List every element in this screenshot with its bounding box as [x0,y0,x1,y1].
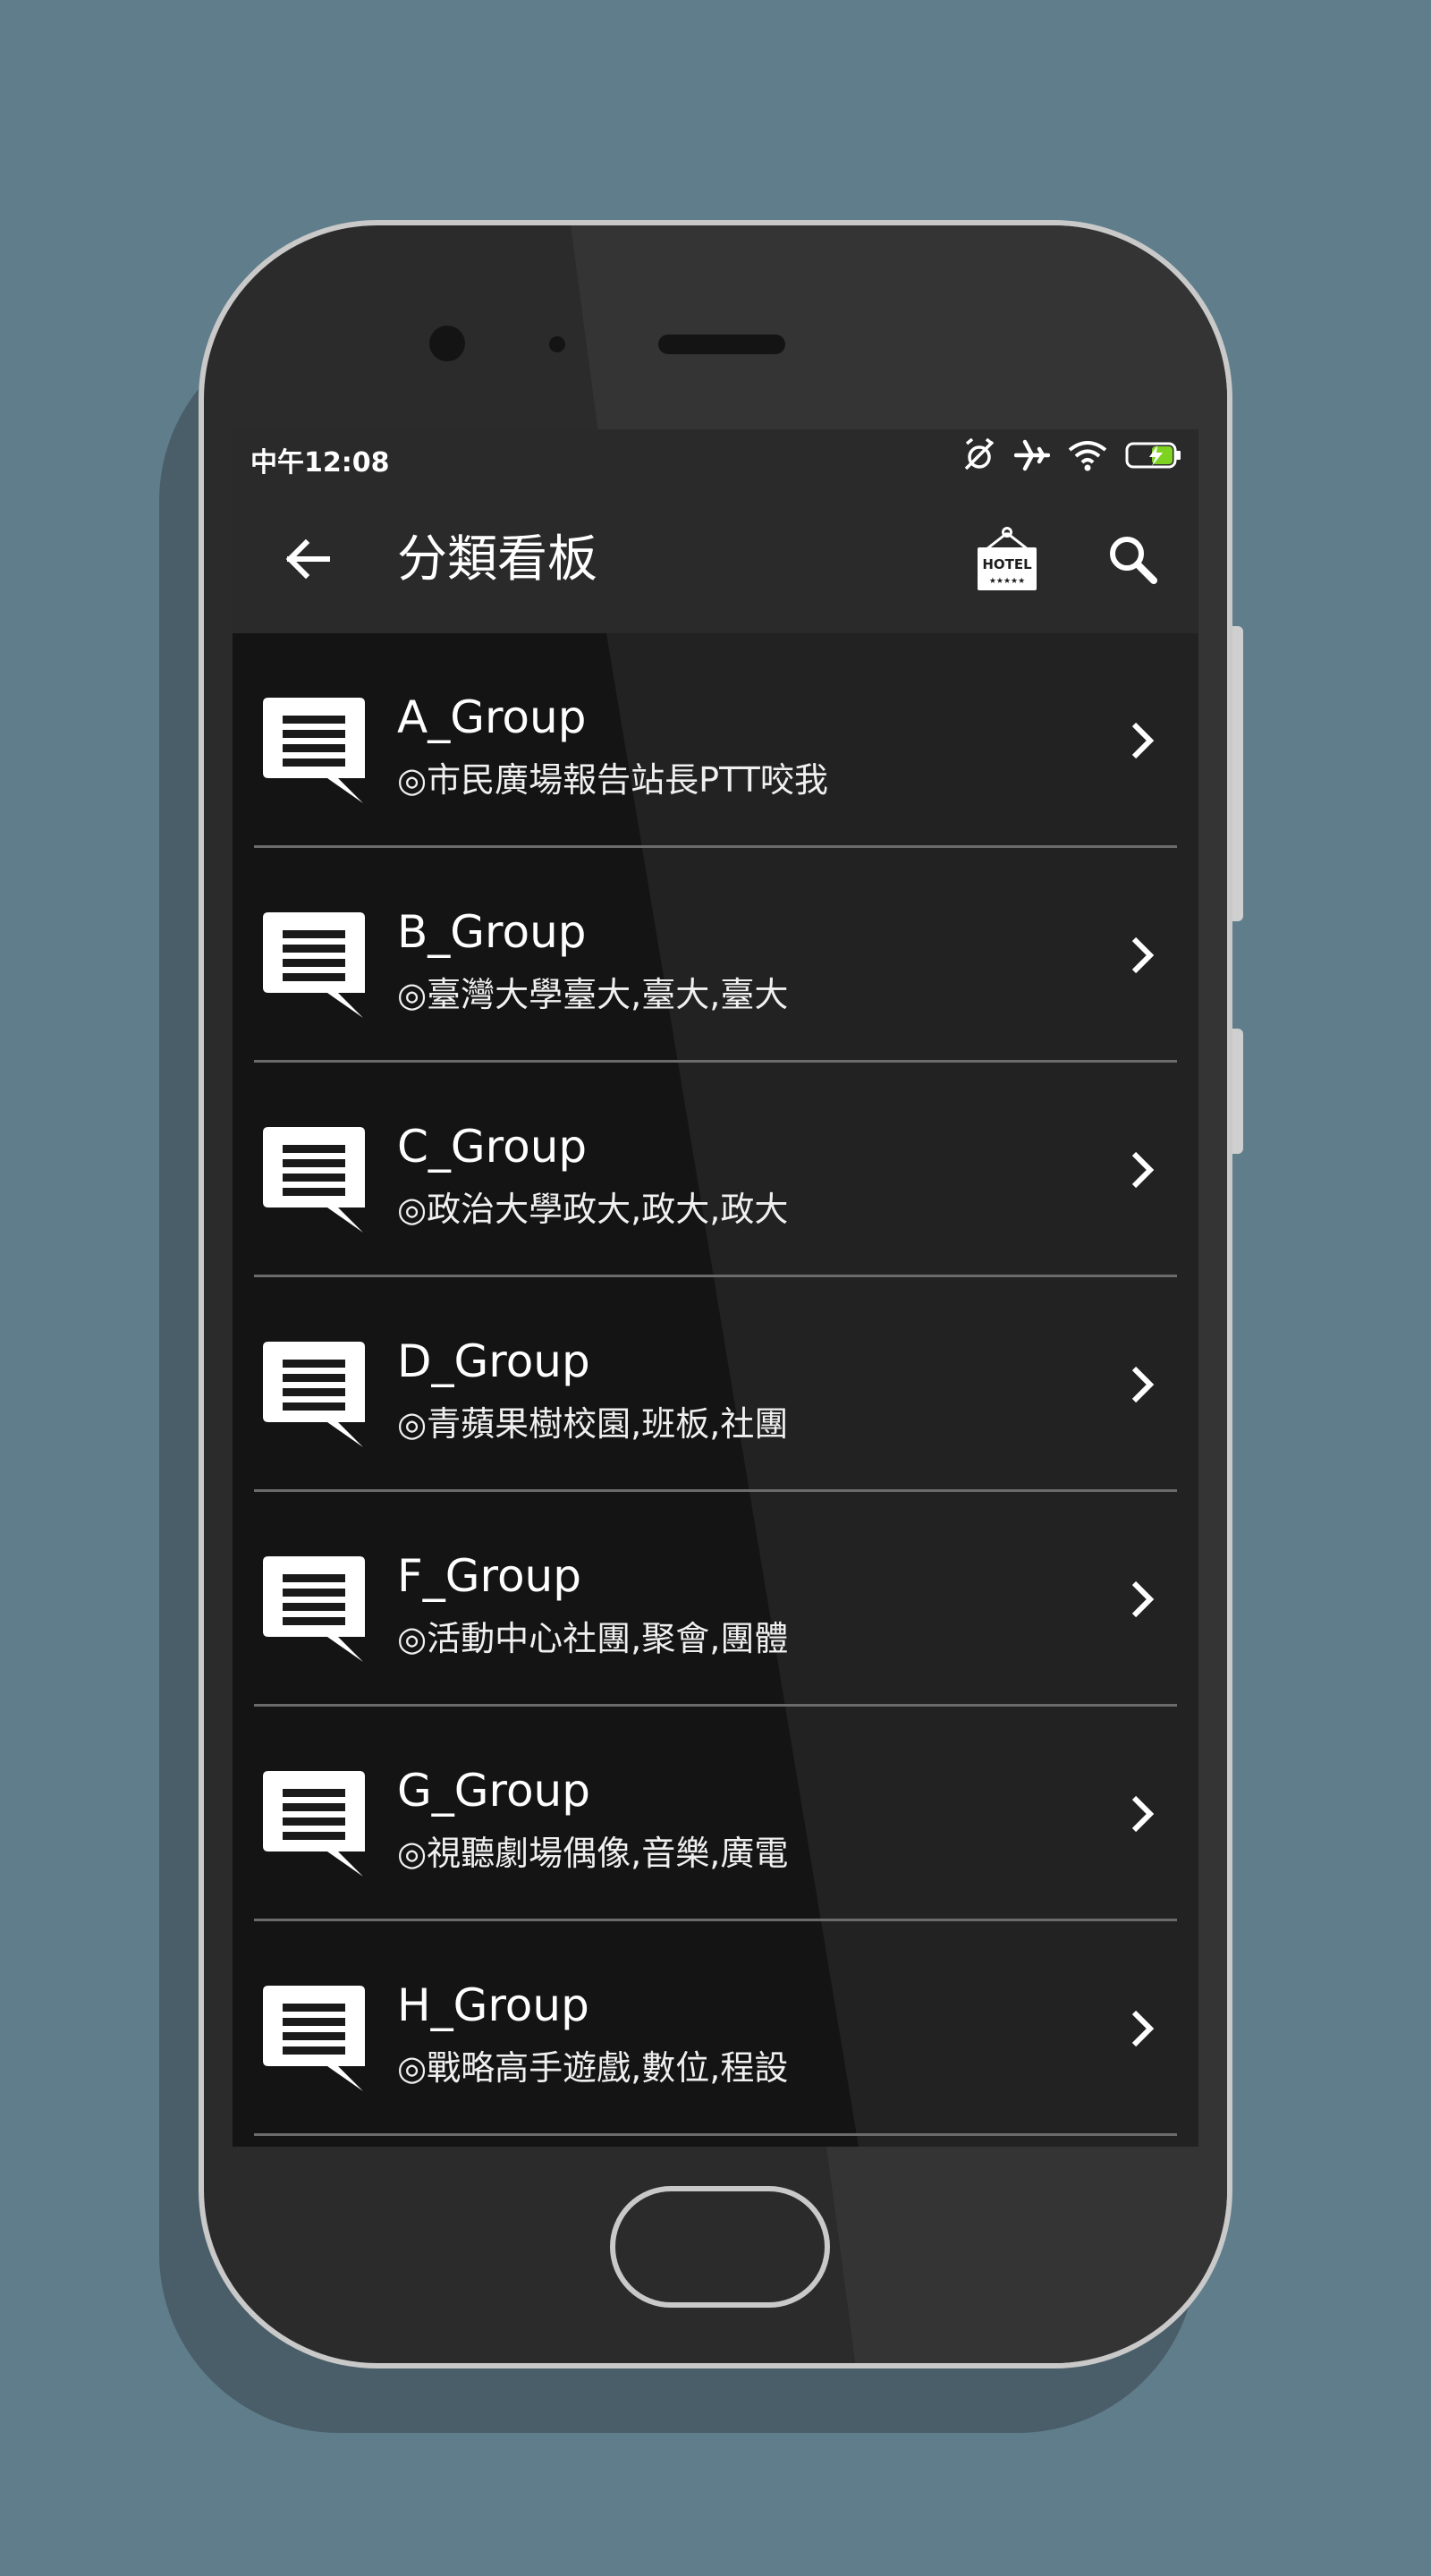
list-item-group-5[interactable]: G_Group ◎視聽劇場偶像,音樂,廣電 [233,1707,1198,1921]
group-name: G_Group [397,1765,590,1817]
group-description: ◎政治大學政大,政大,政大 [397,1190,789,1229]
group-name: F_Group [397,1550,581,1602]
list-item-group-6[interactable]: H_Group ◎戰略高手遊戲,數位,程設 [233,1921,1198,2136]
hotel-sign-text: HOTEL [982,556,1032,572]
chevron-right-icon [1131,1795,1155,1833]
arrow-left-icon [285,538,330,580]
back-button[interactable] [272,523,343,595]
group-name: B_Group [397,906,587,958]
wifi-icon [1068,439,1107,475]
chat-bubble-icon [263,912,365,1018]
list-item-group-1[interactable]: B_Group ◎臺灣大學臺大,臺大,臺大 [233,848,1198,1063]
chevron-right-icon [1131,722,1155,759]
chat-bubble-icon [263,698,365,803]
front-camera [429,326,465,361]
chat-bubble-icon [263,1127,365,1233]
list-item-group-3[interactable]: D_Group ◎青蘋果樹校園,班板,社團 [233,1277,1198,1492]
battery-charging-icon [1125,442,1182,472]
group-name: C_Group [397,1121,588,1173]
hotel-sign-icon: HOTEL ★★★★★ [978,527,1037,590]
alarm-off-icon [962,437,996,476]
volume-button[interactable] [1232,1029,1243,1154]
chat-bubble-icon [263,1986,365,2091]
group-description: ◎市民廣場報告站長PTT咬我 [397,760,828,800]
group-description: ◎活動中心社團,聚會,團體 [397,1619,789,1658]
list-item-group-0[interactable]: A_Group ◎市民廣場報告站長PTT咬我 [233,633,1198,848]
page-title: 分類看板 [397,530,597,589]
hotel-button[interactable]: HOTEL ★★★★★ [971,523,1043,595]
group-description: ◎臺灣大學臺大,臺大,臺大 [397,975,789,1014]
status-time: 中午12:08 [250,447,390,479]
group-name: A_Group [397,691,587,743]
status-bar: 中午12:08 [233,429,1198,485]
search-icon [1110,537,1157,584]
earpiece-speaker [658,335,785,354]
screen: 中午12:08 分類看板 HOTEL ★★★★★ A_Group ◎市民廣場報告… [233,429,1198,2147]
search-button[interactable] [1097,523,1168,595]
chevron-right-icon [1131,1580,1155,1618]
group-list: A_Group ◎市民廣場報告站長PTT咬我 B_Group ◎臺灣大學臺大,臺… [233,633,1198,2136]
group-description: ◎視聽劇場偶像,音樂,廣電 [397,1834,789,1873]
list-item-group-2[interactable]: C_Group ◎政治大學政大,政大,政大 [233,1063,1198,1277]
group-description: ◎戰略高手遊戲,數位,程設 [397,2048,789,2088]
group-name: D_Group [397,1335,590,1387]
list-divider [254,2133,1177,2136]
chevron-right-icon [1131,936,1155,974]
status-icons [962,437,1182,476]
chevron-right-icon [1131,2010,1155,2047]
power-button[interactable] [1232,626,1243,921]
chevron-right-icon [1131,1151,1155,1189]
group-description: ◎青蘋果樹校園,班板,社團 [397,1404,789,1444]
app-bar: 分類看板 HOTEL ★★★★★ [233,485,1198,633]
chat-bubble-icon [263,1556,365,1662]
chat-bubble-icon [263,1771,365,1877]
hotel-sign-stars: ★★★★★ [989,577,1025,586]
chat-bubble-icon [263,1342,365,1447]
airplane-icon [1013,438,1051,476]
home-button[interactable] [610,2186,830,2308]
chevron-right-icon [1131,1366,1155,1403]
group-name: H_Group [397,1979,589,2031]
proximity-sensor [549,336,565,352]
list-item-group-4[interactable]: F_Group ◎活動中心社團,聚會,團體 [233,1492,1198,1707]
